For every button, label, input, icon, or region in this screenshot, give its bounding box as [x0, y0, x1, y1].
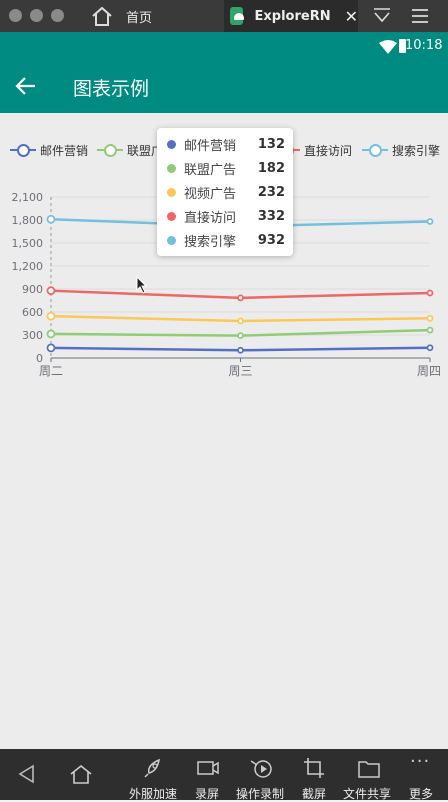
mouse-cursor-icon: [136, 276, 148, 294]
tooltip-series-name: 搜索引擎: [184, 234, 237, 250]
tooltip-series-dot: [167, 187, 176, 197]
tab-home-label: 首页: [126, 10, 153, 26]
tooltip-series-dot: [167, 139, 176, 149]
status-time: 10:18: [405, 38, 443, 53]
data-point: [426, 344, 434, 352]
data-point: [237, 332, 244, 340]
data-point: [237, 317, 244, 325]
tooltip-series-dot: [167, 163, 176, 173]
tooltip-row: 搜索引擎 932: [167, 230, 285, 250]
tab-close-icon[interactable]: ✕: [345, 7, 358, 26]
x-tick-label: 周四: [417, 364, 441, 378]
label-action-record[interactable]: 操作录制: [236, 785, 284, 802]
data-point: [237, 294, 244, 302]
data-point: [426, 218, 434, 225]
legend-marker: [97, 143, 123, 157]
crop-icon[interactable]: [303, 757, 325, 779]
legend-item-mail[interactable]: 邮件营销: [10, 137, 88, 163]
label-screen-record[interactable]: 录屏: [195, 785, 219, 802]
tooltip-series-name: 视频广告: [184, 186, 237, 202]
tab-explorern[interactable]: ExploreRN ✕: [224, 0, 358, 32]
tooltip-series-dot: [167, 235, 176, 245]
x-tick-label: 周三: [228, 364, 252, 378]
tooltip-series-name: 直接访问: [184, 210, 237, 226]
y-tick-label: 900: [22, 283, 43, 296]
window-minimize-dot[interactable]: [30, 9, 43, 22]
y-tick-label: 2,100: [12, 191, 44, 204]
legend-marker: [362, 143, 388, 157]
menu-icon[interactable]: [411, 8, 429, 24]
wifi-icon: [379, 40, 397, 54]
tooltip-row: 联盟广告 182: [167, 158, 285, 178]
home-icon: [92, 6, 112, 26]
tab-explorern-label: ExploreRN: [254, 8, 331, 24]
tooltip-series-value: 332: [257, 208, 285, 224]
more-dots-icon[interactable]: ···: [410, 751, 430, 772]
label-overseas-boost[interactable]: 外服加速: [129, 785, 177, 802]
back-triangle-icon[interactable]: [17, 764, 37, 784]
data-point: [46, 214, 56, 224]
window-maximize-dot[interactable]: [51, 9, 64, 22]
data-point: [46, 311, 56, 321]
tooltip-series-value: 182: [257, 160, 285, 176]
data-point: [426, 289, 434, 297]
android-app-icon: [230, 7, 244, 25]
label-file-share[interactable]: 文件共享: [343, 785, 391, 802]
page-title: 图表示例: [73, 78, 150, 100]
window-tab-bar: 首页 ExploreRN ✕: [0, 0, 448, 32]
legend-label: 搜索引擎: [392, 143, 441, 158]
video-camera-icon[interactable]: [196, 759, 220, 777]
tooltip-series-name: 联盟广告: [184, 162, 237, 178]
tooltip-series-name: 邮件营销: [184, 138, 237, 154]
folder-icon[interactable]: [357, 759, 381, 779]
legend-marker: [10, 143, 36, 157]
tooltip-row: 邮件营销 132: [167, 134, 285, 154]
tooltip-series-value: 932: [257, 232, 285, 248]
record-play-icon[interactable]: [249, 757, 275, 779]
dropdown-icon[interactable]: [372, 7, 392, 25]
y-tick-label: 1,500: [12, 237, 44, 250]
tooltip-series-value: 232: [257, 184, 285, 200]
y-tick-label: 300: [22, 329, 43, 342]
chart-tooltip: 邮件营销 132 联盟广告 182 视频广告 232 直接访问 332 搜索引擎…: [157, 128, 293, 256]
data-point: [46, 286, 56, 296]
android-status-bar: 10:18: [0, 32, 448, 60]
tooltip-row: 直接访问 332: [167, 206, 285, 226]
legend-label: 直接访问: [304, 143, 353, 158]
y-tick-label: 1,800: [12, 214, 44, 227]
legend-item-search[interactable]: 搜索引擎: [362, 137, 440, 163]
emulator-toolbar: ··· 外服加速 录屏 操作录制 截屏 文件共享 更多: [0, 749, 448, 802]
data-point: [426, 326, 434, 334]
x-tick-label: 周二: [39, 364, 63, 378]
label-more[interactable]: 更多: [409, 785, 433, 802]
back-arrow-icon[interactable]: [15, 76, 37, 96]
y-tick-label: 1,200: [12, 260, 44, 273]
legend-label: 邮件营销: [40, 143, 89, 158]
label-screenshot[interactable]: 截屏: [302, 785, 326, 802]
app-bar: 图表示例: [0, 60, 448, 113]
data-point: [46, 343, 56, 353]
home-icon[interactable]: [68, 763, 94, 785]
legend-item-union-ads[interactable]: 联盟广: [97, 137, 163, 163]
tooltip-row: 视频广告 232: [167, 182, 285, 202]
rocket-icon[interactable]: [143, 757, 165, 779]
data-point: [46, 329, 56, 339]
data-point: [426, 314, 434, 322]
data-point: [237, 346, 244, 354]
tooltip-series-value: 132: [257, 136, 285, 152]
window-close-dot[interactable]: [9, 9, 22, 22]
tooltip-series-dot: [167, 211, 176, 221]
tab-home[interactable]: 首页: [88, 0, 218, 32]
y-tick-label: 600: [22, 306, 43, 319]
